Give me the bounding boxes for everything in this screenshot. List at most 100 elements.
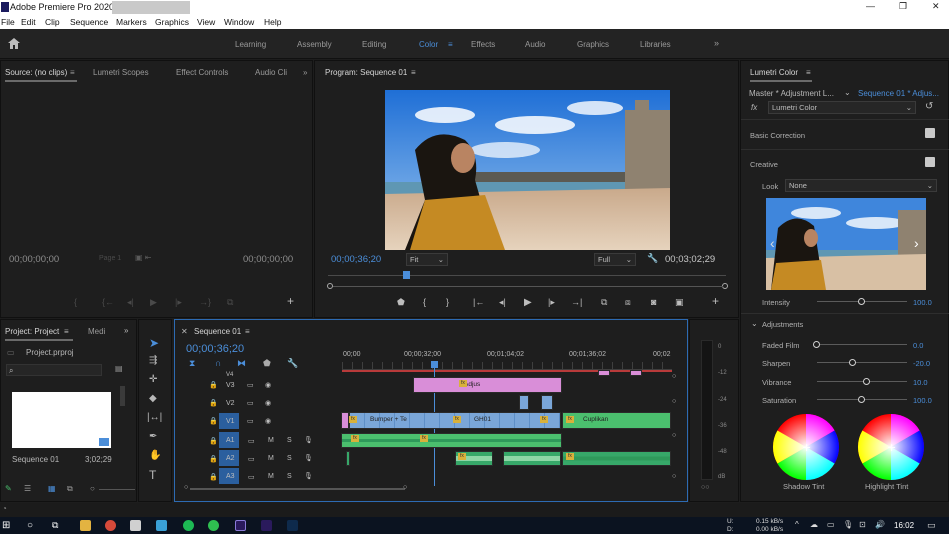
file-explorer-icon[interactable]	[80, 520, 91, 531]
eye-icon[interactable]: ◉	[265, 399, 271, 407]
slider-knob-1[interactable]	[849, 359, 856, 366]
sync-icon[interactable]: ▭	[248, 455, 255, 463]
timeline-playhead[interactable]	[431, 361, 438, 368]
mic-icon[interactable]: 🎙	[304, 454, 313, 462]
basic-correction-checkbox[interactable]	[925, 128, 935, 138]
clip-audio-a2[interactable]	[346, 451, 350, 466]
lock-icon[interactable]: 🔒	[209, 417, 218, 425]
creative-checkbox[interactable]	[925, 157, 935, 167]
track-select-icon[interactable]: ⇶	[149, 355, 157, 366]
razor-icon[interactable]: ◆	[149, 393, 157, 404]
source-step-forward-icon[interactable]: |▸	[175, 297, 182, 308]
meter-solo-icon[interactable]: ○○	[701, 484, 709, 491]
notifications-icon[interactable]: ▭	[927, 520, 936, 531]
workspace-audio[interactable]: Audio	[525, 40, 545, 49]
zoom-slider-track[interactable]	[99, 489, 135, 490]
sync-icon[interactable]: ▭	[248, 437, 255, 445]
source-go-out-icon[interactable]: →}	[199, 297, 211, 307]
solo-button[interactable]: S	[287, 473, 292, 480]
tray-icon[interactable]: ▭	[827, 520, 835, 529]
close-icon[interactable]: ✕	[932, 1, 940, 12]
eye-icon[interactable]: ◉	[265, 417, 271, 425]
snap-icon[interactable]: ∩	[215, 358, 221, 368]
tab-source[interactable]: Source: (no clips)	[5, 68, 67, 77]
mic-tray-icon[interactable]: 🎙	[843, 520, 853, 529]
source-insert-icon[interactable]: ⧉	[227, 297, 233, 308]
hand-icon[interactable]: ✋	[149, 450, 161, 461]
scroll-handle-icon[interactable]: ○	[672, 398, 676, 405]
clip-cuplikan[interactable]: Cuplikan	[562, 412, 671, 429]
workspace-libraries[interactable]: Libraries	[640, 40, 671, 49]
program-playhead[interactable]	[403, 271, 410, 279]
clip-v1-start[interactable]	[341, 412, 349, 429]
program-menu-icon[interactable]: ≡	[411, 68, 416, 77]
minimize-icon[interactable]: —	[866, 1, 875, 11]
reset-icon[interactable]: ↺	[925, 101, 933, 112]
timeline-close-icon[interactable]: ✕	[181, 327, 188, 336]
tab-audio-clip[interactable]: Audio Cli	[255, 68, 287, 77]
slider-track-0[interactable]	[817, 344, 907, 345]
home-icon[interactable]	[8, 38, 20, 49]
solo-button[interactable]: S	[287, 437, 292, 444]
chrome-icon[interactable]	[105, 520, 116, 531]
step-back-icon[interactable]: ◂|	[499, 297, 506, 308]
workspace-color[interactable]: Color	[419, 40, 438, 49]
clip-audio-a1[interactable]	[341, 433, 562, 448]
lock-icon[interactable]: 🔒	[209, 455, 218, 463]
program-add-button-icon[interactable]: +	[712, 294, 719, 308]
selection-tool-icon[interactable]: ➤	[149, 336, 159, 350]
clip-adjustment-small[interactable]	[630, 370, 642, 376]
sync-icon[interactable]: ▭	[247, 417, 254, 425]
tab-project[interactable]: Project: Project	[5, 327, 59, 336]
program-scrubber-track[interactable]	[328, 275, 726, 276]
timeline-tab[interactable]: Sequence 01	[194, 327, 241, 336]
whatsapp-icon[interactable]	[208, 520, 219, 531]
pencil-icon[interactable]: ✎	[5, 484, 12, 493]
project-scrollbar[interactable]	[120, 386, 125, 406]
mute-button[interactable]: M	[268, 473, 274, 480]
clip-v2[interactable]	[519, 395, 529, 410]
clock[interactable]: 16:02	[894, 521, 914, 530]
clip-audio-a2[interactable]	[503, 451, 561, 466]
mark-out-icon[interactable]: }	[446, 297, 449, 307]
cortana-icon[interactable]: ○	[27, 520, 33, 531]
freeform-view-icon[interactable]: ⧉	[67, 484, 73, 494]
slider-knob-3[interactable]	[858, 396, 865, 403]
quality-dropdown[interactable]: Full ⌄	[594, 253, 636, 266]
workspace-assembly[interactable]: Assembly	[297, 40, 332, 49]
workspace-menu-icon[interactable]: ≡	[448, 40, 453, 49]
menu-help[interactable]: Help	[264, 17, 281, 27]
workspace-learning[interactable]: Learning	[235, 40, 266, 49]
source-go-in-icon[interactable]: {←	[102, 297, 114, 307]
timeline-settings-icon[interactable]: 🔧	[287, 358, 298, 369]
scroll-handle-icon[interactable]: ○	[672, 373, 676, 380]
nest-icon[interactable]: ⧗	[189, 358, 195, 369]
network-icon[interactable]: ⊡	[859, 520, 866, 529]
lock-icon[interactable]: 🔒	[209, 399, 218, 407]
extract-icon[interactable]: ⧈	[625, 297, 631, 308]
sync-icon[interactable]: ▭	[247, 381, 254, 389]
lumetri-menu-icon[interactable]: ≡	[806, 68, 811, 77]
slider-knob-0[interactable]	[813, 341, 820, 348]
look-prev-icon[interactable]: ‹	[770, 235, 775, 251]
look-dropdown[interactable]: None ⌄	[785, 179, 937, 192]
comparison-view-icon[interactable]: ▣	[675, 297, 684, 308]
program-timecode[interactable]: 00;00;36;20	[331, 254, 381, 265]
step-forward-icon[interactable]: |▸	[548, 297, 555, 308]
menu-markers[interactable]: Markers	[116, 17, 147, 27]
sync-icon[interactable]: ▭	[247, 399, 254, 407]
ripple-edit-icon[interactable]: ✛	[149, 374, 157, 385]
icon-view-icon[interactable]: ▦	[48, 484, 56, 493]
slider-value-2[interactable]: 10.0	[913, 378, 928, 387]
more-tabs-icon[interactable]: »	[303, 68, 307, 77]
effect-dropdown[interactable]: Lumetri Color ⌄	[768, 101, 916, 114]
adjustments-chevron-icon[interactable]: ⌄	[751, 319, 758, 328]
go-to-in-icon[interactable]: |←	[473, 297, 484, 307]
lock-icon[interactable]: 🔒	[209, 381, 218, 389]
clip-v2[interactable]	[541, 395, 553, 410]
photoshop-icon[interactable]	[287, 520, 298, 531]
source-step-back-icon[interactable]: ◂|	[127, 297, 134, 308]
wrench-icon[interactable]: 🔧	[647, 253, 658, 264]
zoom-dropdown[interactable]: Fit ⌄	[406, 253, 448, 266]
intensity-value[interactable]: 100.0	[913, 298, 932, 307]
